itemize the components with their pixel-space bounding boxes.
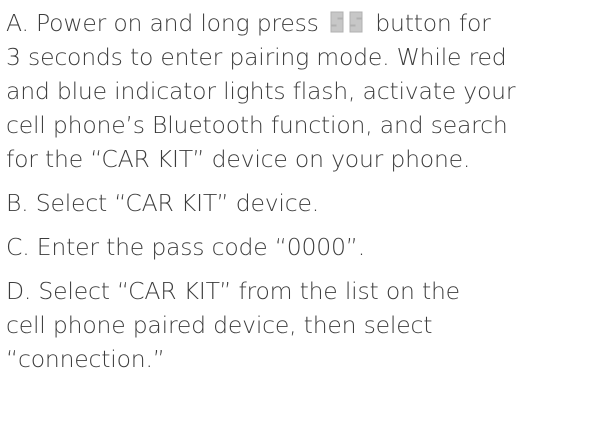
step-d-line-3: “connection.” — [6, 345, 165, 373]
step-b-line-1: B. Select “CAR KIT” device. — [6, 189, 319, 217]
phone-button-icon — [328, 10, 366, 34]
instruction-document: A. Power on and long press button for 3 … — [6, 6, 596, 386]
step-a-line-2: 3 seconds to enter pairing mode. While r… — [6, 43, 507, 71]
step-c: C. Enter the pass code “0000”. — [6, 230, 596, 264]
step-d-line-2: cell phone paired device, then select — [6, 311, 433, 339]
step-d: D. Select “CAR KIT” from the list on the… — [6, 274, 596, 376]
step-a: A. Power on and long press button for 3 … — [6, 6, 596, 176]
step-a-line-3: and blue indicator lights flash, activat… — [6, 77, 516, 105]
step-a-text-before-icon: A. Power on and long press — [6, 9, 319, 37]
step-a-line-1: A. Power on and long press button for — [6, 6, 596, 40]
step-a-text-after-icon: button for — [375, 9, 491, 37]
step-c-line-1: C. Enter the pass code “0000”. — [6, 233, 365, 261]
step-a-line-4: cell phone’s Bluetooth function, and sea… — [6, 111, 508, 139]
step-b: B. Select “CAR KIT” device. — [6, 186, 596, 220]
step-d-line-1: D. Select “CAR KIT” from the list on the — [6, 277, 460, 305]
step-a-line-5: for the “CAR KIT” device on your phone. — [6, 145, 471, 173]
